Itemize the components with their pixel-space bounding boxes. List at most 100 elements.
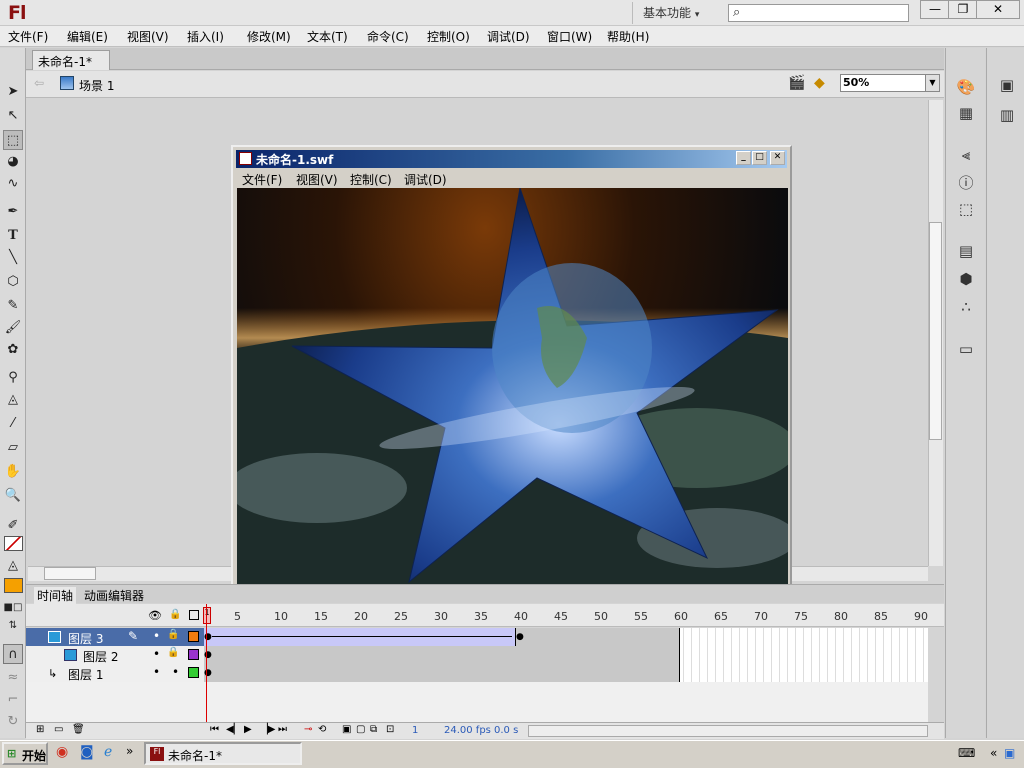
free-transform-tool-icon[interactable]: ⬚ xyxy=(3,130,23,150)
swf-menu-debug[interactable]: 调试(D) xyxy=(404,171,447,188)
menu-commands[interactable]: 命令(C) xyxy=(367,28,409,45)
loop-icon[interactable]: ⟲ xyxy=(318,724,326,735)
menu-insert[interactable]: 插入(I) xyxy=(187,28,224,45)
layer-row-1[interactable]: ↳ 图层 1 • • xyxy=(26,664,204,682)
search-input[interactable]: ⌕ xyxy=(728,4,909,22)
actions-panel-icon[interactable]: ▤ xyxy=(954,240,978,262)
step-back-icon[interactable]: ◀▏ xyxy=(226,724,241,735)
snap-to-objects-icon[interactable]: ∩ xyxy=(3,644,23,664)
zoom-tool-icon[interactable]: 🔍 xyxy=(3,486,23,506)
elapsed-time[interactable]: 0.0 s xyxy=(494,725,518,736)
3d-rotation-tool-icon[interactable]: ◕ xyxy=(3,152,23,172)
layer-outline-color[interactable] xyxy=(188,649,199,660)
lock-icon[interactable]: 🔒 xyxy=(169,609,181,620)
timeline-empty-area[interactable] xyxy=(26,682,928,722)
layer-outline-color[interactable] xyxy=(188,631,199,642)
eyedropper-tool-icon[interactable]: ⁄ xyxy=(3,414,23,434)
swatches-panel-icon[interactable]: ▦ xyxy=(954,102,978,124)
layer-name[interactable]: 图层 1 xyxy=(68,666,103,683)
stroke-color-swatch[interactable] xyxy=(4,536,23,551)
motion-presets-icon[interactable]: ∴ xyxy=(954,296,978,318)
library-panel-icon[interactable]: ▥ xyxy=(995,104,1019,126)
lasso-tool-icon[interactable]: ∿ xyxy=(3,174,23,194)
delete-layer-icon[interactable]: 🗑 xyxy=(72,724,85,735)
vertical-scroll-thumb[interactable] xyxy=(929,222,942,440)
swf-maximize-icon[interactable]: □ xyxy=(752,151,767,165)
network-icon[interactable]: ▣ xyxy=(1004,746,1015,760)
black-white-icon[interactable]: ■□ xyxy=(3,598,23,618)
minimize-button[interactable]: — xyxy=(920,0,950,19)
swf-title-bar[interactable]: 未命名-1.swf _ □ ✕ xyxy=(236,150,787,168)
playhead-marker[interactable]: 1 xyxy=(203,607,211,624)
ie-icon[interactable]: ℯ xyxy=(104,744,112,760)
play-icon[interactable]: ▶ xyxy=(244,724,252,735)
tray-expand-icon[interactable]: « xyxy=(990,746,997,760)
swf-menu-view[interactable]: 视图(V) xyxy=(296,171,338,188)
start-button[interactable]: ⊞ 开始 xyxy=(2,742,48,765)
paint-bucket-tool-icon[interactable]: ◬ xyxy=(3,390,23,410)
frame-rate[interactable]: 24.00 fps xyxy=(444,725,491,736)
align-panel-icon[interactable]: ⫷ xyxy=(954,144,978,166)
fill-color-icon[interactable]: ◬ xyxy=(3,556,23,576)
fill-color-swatch[interactable] xyxy=(4,578,23,593)
pen-tool-icon[interactable]: ✒ xyxy=(3,202,23,222)
edit-multiple-icon[interactable]: ⧉ xyxy=(370,724,377,735)
last-frame-icon[interactable]: ⏭ xyxy=(278,724,287,735)
onion-markers-icon[interactable]: ⊡ xyxy=(386,724,394,735)
components-panel-icon[interactable]: ⬢ xyxy=(954,268,978,290)
properties-panel-icon[interactable]: ▣ xyxy=(995,74,1019,96)
keyframe-dot[interactable]: ● xyxy=(516,632,524,642)
swf-menu-file[interactable]: 文件(F) xyxy=(242,171,282,188)
horizontal-scroll-thumb[interactable] xyxy=(44,567,96,580)
eye-icon[interactable]: 👁 xyxy=(148,609,162,622)
deco-tool-icon[interactable]: ✿ xyxy=(3,340,23,360)
polystar-tool-icon[interactable]: ⬡ xyxy=(3,272,23,292)
lock-icon[interactable]: 🔒 xyxy=(167,629,179,640)
chrome-icon[interactable]: ◉ xyxy=(56,744,68,760)
transform-panel-icon[interactable]: ⬚ xyxy=(954,198,978,220)
selection-tool-icon[interactable]: ➤ xyxy=(3,82,23,102)
swf-player-window[interactable]: 未命名-1.swf _ □ ✕ 文件(F) 视图(V) 控制(C) 调试(D) xyxy=(227,145,797,591)
subselection-tool-icon[interactable]: ↖ xyxy=(3,106,23,126)
info-panel-icon[interactable]: ⓘ xyxy=(954,172,978,194)
taskbar-item[interactable]: Fl 未命名-1* xyxy=(144,742,302,765)
layer-row-2[interactable]: 图层 2 • 🔒 xyxy=(26,646,204,664)
layer-name[interactable]: 图层 2 xyxy=(83,648,118,665)
document-tab[interactable]: 未命名-1* × xyxy=(32,50,110,84)
eraser-tool-icon[interactable]: ▱ xyxy=(3,438,23,458)
close-button[interactable]: ✕ xyxy=(976,0,1020,19)
onion-outline-icon[interactable]: ▢ xyxy=(356,724,365,735)
quicklaunch-icon[interactable]: ◙ xyxy=(80,744,94,760)
menu-text[interactable]: 文本(T) xyxy=(307,28,348,45)
current-frame[interactable]: 1 xyxy=(412,725,418,736)
step-forward-icon[interactable]: ▕▶ xyxy=(260,724,275,735)
line-tool-icon[interactable]: ╲ xyxy=(3,248,23,268)
outline-icon[interactable] xyxy=(189,610,199,620)
menu-control[interactable]: 控制(O) xyxy=(427,28,470,45)
swf-menu-control[interactable]: 控制(C) xyxy=(350,171,392,188)
workspace-switcher[interactable]: 基本功能 ▾ xyxy=(632,2,716,24)
center-frame-icon[interactable]: ⊸ xyxy=(304,724,312,735)
layer-2-frames[interactable]: ● xyxy=(204,646,928,664)
edit-scene-icon[interactable]: 🎬 xyxy=(788,75,805,91)
menu-file[interactable]: 文件(F) xyxy=(8,28,48,45)
more-icon[interactable]: » xyxy=(126,744,133,758)
bone-tool-icon[interactable]: ⚲ xyxy=(3,368,23,388)
straighten-icon[interactable]: ⌐ xyxy=(3,690,23,710)
menu-view[interactable]: 视图(V) xyxy=(127,28,169,45)
static-frame-span[interactable] xyxy=(204,664,680,682)
layer-3-frames[interactable]: ● ● xyxy=(204,628,928,646)
project-panel-icon[interactable]: ▭ xyxy=(954,338,978,360)
keyboard-icon[interactable]: ⌨ xyxy=(958,746,975,760)
swf-minimize-icon[interactable]: _ xyxy=(736,151,751,165)
static-frame-span[interactable] xyxy=(204,646,680,664)
hand-tool-icon[interactable]: ✋ xyxy=(3,462,23,482)
first-frame-icon[interactable]: ⏮ xyxy=(210,724,219,735)
color-panel-icon[interactable]: 🎨 xyxy=(954,76,978,98)
menu-edit[interactable]: 编辑(E) xyxy=(67,28,108,45)
pencil-tool-icon[interactable]: ✎ xyxy=(3,296,23,316)
tab-motion-editor[interactable]: 动画编辑器 xyxy=(84,587,144,604)
brush-tool-icon[interactable]: 🖌 xyxy=(3,318,23,338)
new-folder-icon[interactable]: ▭ xyxy=(54,724,63,735)
zoom-select[interactable]: 50% ▼ xyxy=(840,74,940,92)
